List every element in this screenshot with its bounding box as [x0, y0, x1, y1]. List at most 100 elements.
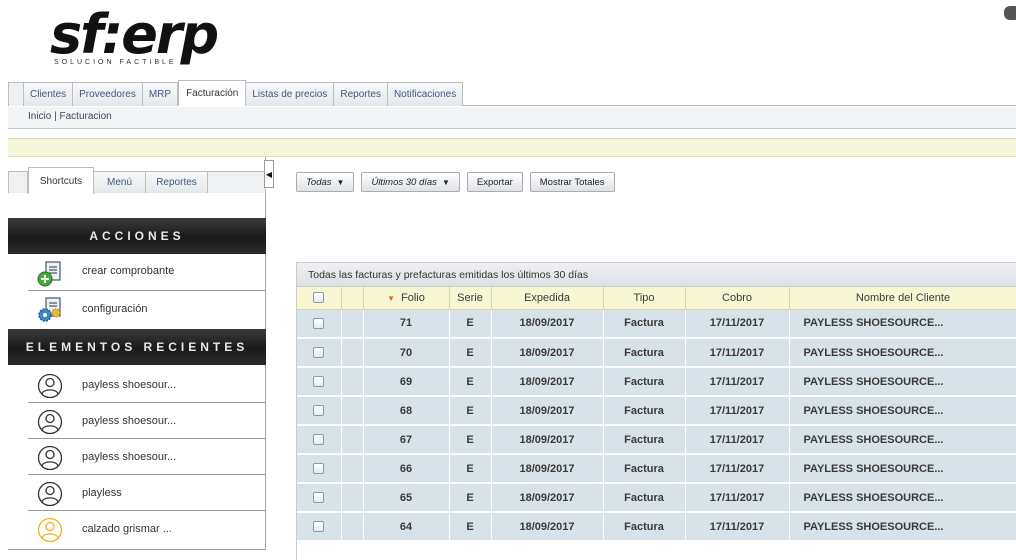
cell-cliente: PAYLESS SHOESOURCE...: [789, 512, 1016, 542]
user-icon: [37, 445, 63, 471]
breadcrumb[interactable]: Inicio | Facturacion: [8, 107, 1016, 129]
row-checkbox[interactable]: [313, 492, 325, 504]
row-checkbox[interactable]: [313, 521, 325, 533]
cell-expedida: 18/09/2017: [491, 396, 604, 426]
cell-cliente: PAYLESS SHOESOURCE...: [789, 309, 1016, 339]
cell-expedida: 18/09/2017: [491, 338, 604, 368]
show-totals-button[interactable]: Mostrar Totales: [529, 172, 615, 192]
cell-cobro: 17/11/2017: [685, 512, 790, 542]
column-header-expedida[interactable]: Expedida: [491, 287, 604, 310]
row-select-cell[interactable]: [297, 396, 342, 426]
recent-item-label: calzado grismar ...: [82, 523, 172, 535]
sort-descending-icon: ▼: [387, 293, 396, 303]
grid-body: 71 E 18/09/2017 Factura 17/11/2017 PAYLESS SH…: [297, 309, 1016, 542]
nav-tab-listas-de-precios[interactable]: Listas de precios: [246, 82, 335, 106]
cell-cobro: 17/11/2017: [685, 396, 790, 426]
recent-item[interactable]: payless shoesour...: [8, 405, 266, 439]
select-all-cell[interactable]: [297, 287, 342, 310]
recent-item[interactable]: playless: [8, 477, 266, 511]
column-header-folio[interactable]: ▼ Folio: [363, 287, 450, 310]
table-row[interactable]: 71 E 18/09/2017 Factura 17/11/2017 PAYLESS SH…: [297, 309, 1016, 339]
row-checkbox[interactable]: [313, 405, 325, 417]
row-select-cell[interactable]: [297, 454, 342, 484]
cell-expedida: 18/09/2017: [491, 309, 604, 339]
item-divider: [28, 510, 266, 511]
recent-item[interactable]: payless shoesour...: [8, 441, 266, 475]
export-button[interactable]: Exportar: [466, 172, 523, 192]
recent-item-label: playless: [82, 487, 122, 499]
folio-header-label: Folio: [401, 291, 425, 304]
nav-tab-clientes[interactable]: Clientes: [24, 82, 74, 106]
select-all-checkbox[interactable]: [313, 292, 325, 304]
cell-serie: E: [449, 309, 492, 339]
panel-tab-shortcuts[interactable]: Shortcuts: [28, 167, 94, 194]
action-settings[interactable]: configuración: [8, 293, 266, 327]
recent-item-label: payless shoesour...: [82, 379, 177, 391]
cell-serie: E: [449, 425, 492, 455]
nav-tab-mrp[interactable]: MRP: [142, 82, 179, 106]
item-divider: [28, 402, 266, 403]
table-row[interactable]: 70 E 18/09/2017 Factura 17/11/2017 PAYLESS SH…: [297, 338, 1016, 368]
recent-items-header: ELEMENTOS RECIENTES: [8, 329, 266, 365]
column-header-cliente[interactable]: Nombre del Cliente: [789, 287, 1016, 310]
logo-wordmark: sf:erp: [50, 3, 219, 66]
row-select-cell[interactable]: [297, 309, 342, 339]
actions-header: ACCIONES: [8, 218, 266, 254]
cell-cobro: 17/11/2017: [685, 338, 790, 368]
nav-tab-reportes[interactable]: Reportes: [334, 82, 388, 106]
cell-tipo: Factura: [603, 483, 686, 513]
cell-expedida: 18/09/2017: [491, 512, 604, 542]
row-select-cell[interactable]: [297, 483, 342, 513]
collapse-panel-toggle[interactable]: ◀: [264, 160, 274, 188]
grid-toolbar: Todas ▼ Últimos 30 días ▼ Exportar Mostr…: [296, 172, 615, 192]
action-create-invoice[interactable]: crear comprobante: [8, 257, 266, 291]
row-spacer-cell: [341, 512, 364, 542]
recent-item-label: payless shoesour...: [82, 415, 177, 427]
filter-period-label: Últimos 30 días: [371, 176, 437, 188]
row-select-cell[interactable]: [297, 425, 342, 455]
add-document-icon: [37, 261, 61, 287]
cell-serie: E: [449, 396, 492, 426]
cell-cliente: PAYLESS SHOESOURCE...: [789, 338, 1016, 368]
recent-item[interactable]: payless shoesour...: [8, 369, 266, 403]
table-row[interactable]: 69 E 18/09/2017 Factura 17/11/2017 PAYLESS SH…: [297, 367, 1016, 397]
cell-folio: 70: [363, 338, 450, 368]
column-header-serie[interactable]: Serie: [449, 287, 492, 310]
item-divider: [28, 438, 266, 439]
panel-tab-reports[interactable]: Reportes: [146, 171, 208, 193]
row-checkbox[interactable]: [313, 434, 325, 446]
filter-all-dropdown[interactable]: Todas ▼: [296, 172, 355, 192]
user-icon: [37, 481, 63, 507]
row-select-cell[interactable]: [297, 512, 342, 542]
cell-tipo: Factura: [603, 338, 686, 368]
cell-tipo: Factura: [603, 367, 686, 397]
row-checkbox[interactable]: [313, 376, 325, 388]
nav-tab-proveedores[interactable]: Proveedores: [73, 82, 143, 106]
column-header-tipo[interactable]: Tipo: [603, 287, 686, 310]
app-logo[interactable]: sf:erp SOLUCIÓN FACTIBLE: [50, 3, 240, 72]
nav-tab-notificaciones[interactable]: Notificaciones: [387, 82, 464, 106]
item-divider: [28, 290, 266, 291]
row-select-cell[interactable]: [297, 338, 342, 368]
recent-item[interactable]: calzado grismar ...: [8, 513, 266, 547]
row-select-cell[interactable]: [297, 367, 342, 397]
panel-tab-menu[interactable]: Menú: [94, 171, 146, 193]
table-row[interactable]: 68 E 18/09/2017 Factura 17/11/2017 PAYLESS SH…: [297, 396, 1016, 426]
column-header-cobro[interactable]: Cobro: [685, 287, 790, 310]
row-checkbox[interactable]: [313, 317, 325, 329]
caret-down-icon: ▼: [336, 177, 345, 187]
user-icon: [37, 373, 63, 399]
row-spacer-cell: [341, 425, 364, 455]
cell-tipo: Factura: [603, 396, 686, 426]
cell-folio: 66: [363, 454, 450, 484]
table-row[interactable]: 64 E 18/09/2017 Factura 17/11/2017 PAYLESS SH…: [297, 512, 1016, 542]
table-row[interactable]: 65 E 18/09/2017 Factura 17/11/2017 PAYLESS SH…: [297, 483, 1016, 513]
table-row[interactable]: 66 E 18/09/2017 Factura 17/11/2017 PAYLESS SH…: [297, 454, 1016, 484]
row-spacer-cell: [341, 396, 364, 426]
filter-period-dropdown[interactable]: Últimos 30 días ▼: [361, 172, 460, 192]
row-checkbox[interactable]: [313, 347, 325, 359]
cell-folio: 64: [363, 512, 450, 542]
row-checkbox[interactable]: [313, 463, 325, 475]
table-row[interactable]: 67 E 18/09/2017 Factura 17/11/2017 PAYLESS SH…: [297, 425, 1016, 455]
nav-tab-facturaci-n[interactable]: Facturación: [178, 80, 247, 106]
